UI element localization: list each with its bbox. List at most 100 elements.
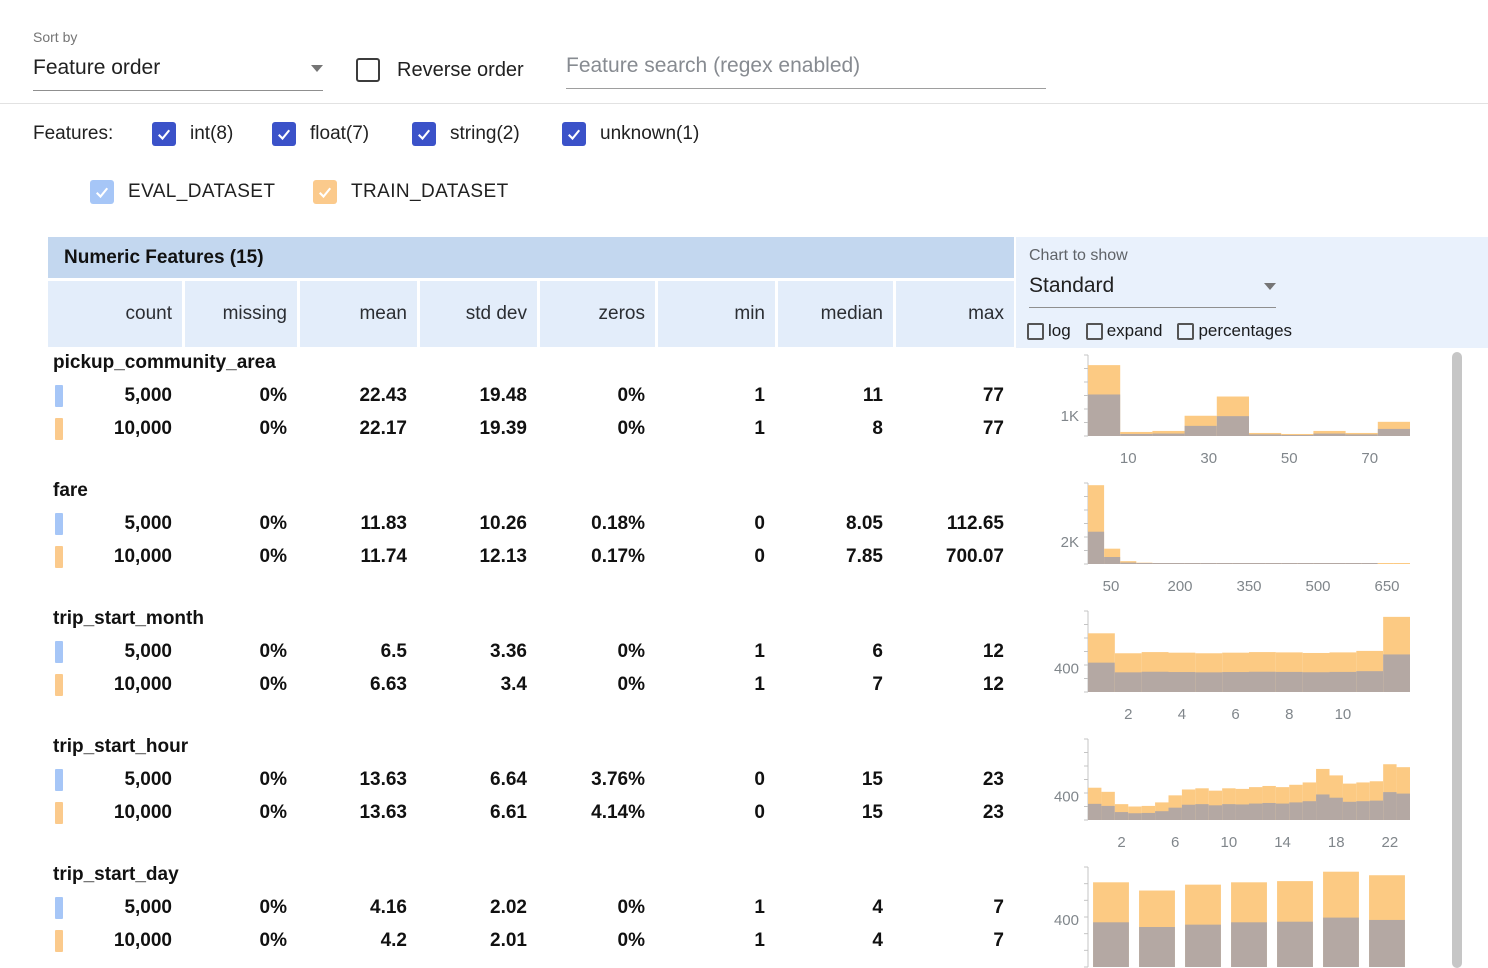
stat-value: 6.61 (490, 802, 527, 824)
chart-panel: Chart to show Standard log expand percen… (1016, 237, 1488, 348)
filter-item-label: int(8) (190, 123, 233, 145)
chart-type-select[interactable]: Standard (1029, 274, 1276, 308)
feature-search-input[interactable] (566, 54, 1046, 89)
svg-text:2: 2 (1117, 834, 1125, 851)
stat-value: 0% (260, 513, 287, 535)
svg-text:10: 10 (1335, 706, 1352, 723)
stat-value: 5,000 (124, 897, 172, 919)
sort-by-label: Sort by (33, 29, 77, 45)
filter-item-label: string(2) (450, 123, 520, 145)
stat-cell: 0% (540, 412, 655, 445)
stat-value: 700.07 (946, 546, 1004, 568)
svg-text:14: 14 (1274, 834, 1291, 851)
stat-value: 0% (618, 674, 645, 696)
histogram-chart: 1K10305070 (1030, 353, 1440, 479)
stat-cell: 1 (658, 891, 775, 924)
stat-cell: 0% (185, 412, 297, 445)
stat-cell: 0% (185, 540, 297, 573)
chart-to-show-label: Chart to show (1029, 247, 1128, 265)
stat-cell: 0% (185, 891, 297, 924)
percentages-option: percentages (1177, 321, 1292, 341)
percentages-checkbox[interactable] (1177, 323, 1194, 340)
column-header-median: median (778, 281, 893, 347)
histogram-chart: 2K50200350500650 (1030, 481, 1440, 607)
stat-cell: 0 (658, 763, 775, 796)
chevron-down-icon (1264, 283, 1276, 290)
stat-value: 12.13 (479, 546, 527, 568)
reverse-order-group: Reverse order (356, 58, 524, 82)
stat-cell: 0% (540, 891, 655, 924)
stat-cell: 0% (540, 635, 655, 668)
svg-text:1K: 1K (1061, 408, 1079, 425)
filter-item-int: int(8) (152, 122, 233, 146)
stat-cell: 10,000 (48, 796, 182, 829)
stat-value: 7 (872, 674, 883, 696)
check-icon (275, 125, 293, 143)
stat-cell: 6.5 (300, 635, 417, 668)
stat-row-eval: 5,0000%4.162.020%147 (48, 891, 1014, 924)
column-header-max: max (896, 281, 1014, 347)
string-checkbox[interactable] (412, 122, 436, 146)
stat-cell: 0.17% (540, 540, 655, 573)
stat-cell: 7 (896, 891, 1014, 924)
chevron-down-icon (311, 65, 323, 72)
svg-text:4: 4 (1178, 706, 1186, 723)
stat-cell: 0% (540, 379, 655, 412)
stat-cell: 15 (778, 763, 893, 796)
chart-type-value: Standard (1029, 274, 1114, 298)
stat-value: 6.5 (381, 641, 407, 663)
stat-row-train: 10,0000%4.22.010%147 (48, 924, 1014, 957)
train-dataset-checkbox[interactable] (313, 180, 337, 204)
stat-value: 7 (993, 897, 1004, 919)
stat-value: 5,000 (124, 385, 172, 407)
stat-row-train: 10,0000%22.1719.390%1877 (48, 412, 1014, 445)
train-swatch (55, 418, 63, 440)
column-header-stddev: std dev (420, 281, 537, 347)
int-checkbox[interactable] (152, 122, 176, 146)
reverse-order-checkbox[interactable] (356, 58, 380, 82)
float-checkbox[interactable] (272, 122, 296, 146)
features-filter-bar: Features: int(8) float(7) string(2) unkn… (0, 103, 1488, 165)
stat-value: 0% (618, 418, 645, 440)
stat-cell: 10,000 (48, 412, 182, 445)
stat-value: 1 (754, 930, 765, 952)
stat-cell: 22.17 (300, 412, 417, 445)
stat-value: 0.17% (591, 546, 645, 568)
stat-cell: 12.13 (420, 540, 537, 573)
stat-row-eval: 5,0000%6.53.360%1612 (48, 635, 1014, 668)
reverse-order-label: Reverse order (397, 59, 524, 82)
stat-cell: 6.63 (300, 668, 417, 701)
expand-checkbox[interactable] (1086, 323, 1103, 340)
stat-row-train: 10,0000%11.7412.130.17%07.85700.07 (48, 540, 1014, 573)
stat-value: 2.01 (490, 930, 527, 952)
train-swatch (55, 546, 63, 568)
column-header-zeros: zeros (540, 281, 655, 347)
train-swatch (55, 930, 63, 952)
stat-value: 19.48 (479, 385, 527, 407)
stat-value: 2.02 (490, 897, 527, 919)
column-header-min: min (658, 281, 775, 347)
stat-value: 6.63 (370, 674, 407, 696)
log-checkbox[interactable] (1027, 323, 1044, 340)
stat-value: 7 (993, 930, 1004, 952)
svg-text:50: 50 (1281, 450, 1298, 467)
filter-item-label: float(7) (310, 123, 369, 145)
eval-dataset-checkbox[interactable] (90, 180, 114, 204)
feature-block: fare5,0000%11.8310.260.18%08.05112.6510,… (0, 477, 1488, 605)
stat-cell: 4.16 (300, 891, 417, 924)
stat-value: 1 (754, 897, 765, 919)
stat-value: 1 (754, 385, 765, 407)
svg-text:70: 70 (1361, 450, 1378, 467)
stat-value: 0% (260, 769, 287, 791)
filter-item-unknown: unknown(1) (562, 122, 699, 146)
unknown-checkbox[interactable] (562, 122, 586, 146)
check-icon (316, 183, 334, 201)
sort-order-select[interactable]: Feature order (33, 56, 323, 91)
filter-item-float: float(7) (272, 122, 369, 146)
stat-value: 77 (983, 418, 1004, 440)
svg-text:500: 500 (1305, 578, 1330, 595)
expand-label: expand (1107, 321, 1163, 341)
feature-name: fare (53, 480, 88, 502)
stat-value: 0% (618, 897, 645, 919)
vertical-scrollbar[interactable] (1452, 352, 1462, 968)
